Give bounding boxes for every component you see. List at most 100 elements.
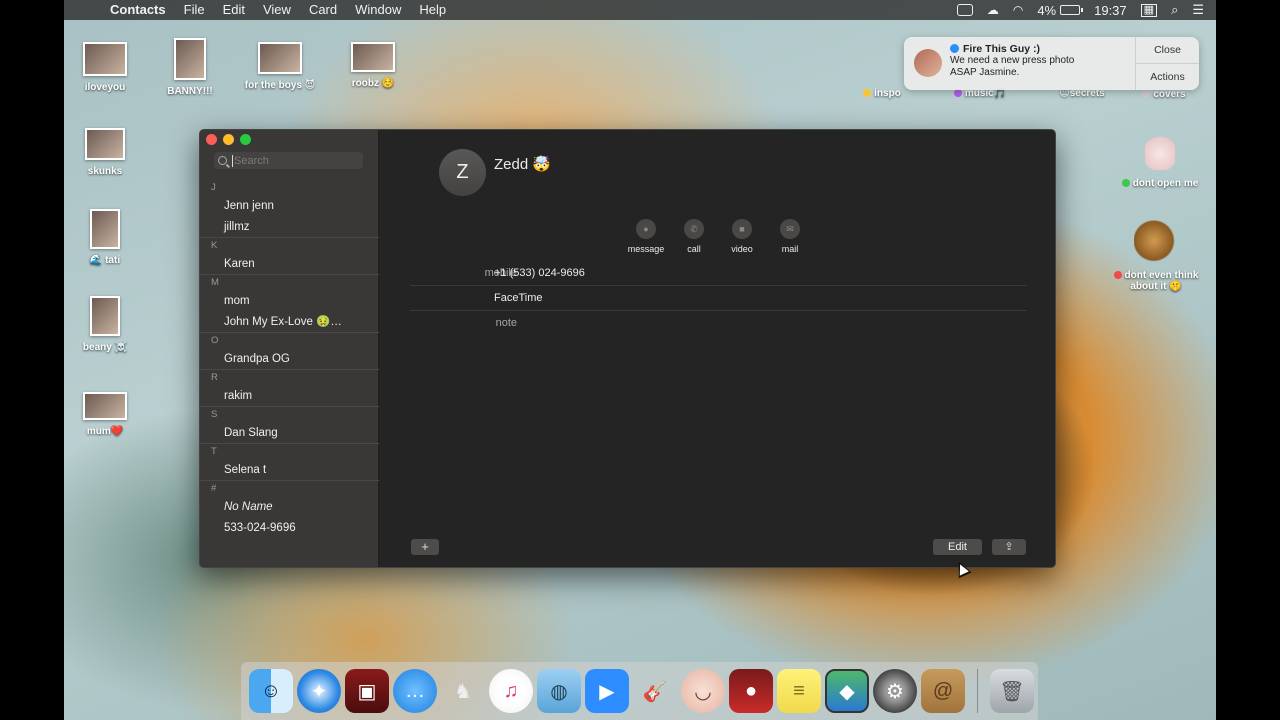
menu-card[interactable]: Card xyxy=(300,0,346,20)
screen-record-icon[interactable] xyxy=(956,4,973,16)
note-field[interactable]: note xyxy=(410,311,1027,336)
preview-icon[interactable]: ◆ xyxy=(825,669,869,713)
messenger-icon xyxy=(950,44,959,53)
contact-row[interactable]: No Name xyxy=(200,497,379,518)
call-action[interactable]: ✆ call xyxy=(673,219,715,254)
contact-row[interactable]: Jenn jenn xyxy=(200,196,379,217)
creative-cloud-icon[interactable]: ☁ xyxy=(987,3,999,17)
desktop-icon-for-the-boys[interactable]: for the boys 😈 xyxy=(232,42,328,91)
status-area: ☁ ◠ 4% 19:37 ▦ ⌕ ☰ xyxy=(956,2,1216,18)
desktop-icon-mum[interactable]: mum❤️ xyxy=(64,392,153,437)
window-close-button[interactable] xyxy=(206,134,217,145)
contact-row[interactable]: jillmz xyxy=(200,217,379,238)
contact-row[interactable]: mom xyxy=(200,291,379,312)
itunes-icon[interactable]: ♫ xyxy=(489,669,533,713)
edit-button[interactable]: Edit xyxy=(933,539,982,555)
battery-status[interactable]: 4% xyxy=(1037,3,1084,18)
desktop-icon-label: mum❤️ xyxy=(86,426,124,437)
contact-row[interactable]: John My Ex-Love 🤢… xyxy=(200,312,379,333)
search-field[interactable] xyxy=(214,152,363,169)
notification-avatar xyxy=(914,49,942,77)
desktop-thumb xyxy=(174,38,206,80)
desktop-icon-dont-open-me[interactable]: dont open me xyxy=(1112,130,1208,189)
contact-row[interactable]: Selena t xyxy=(200,460,379,481)
menu-file[interactable]: File xyxy=(175,0,214,20)
section-letter: K xyxy=(211,240,218,251)
lion-image xyxy=(1134,220,1178,266)
field-label: note xyxy=(495,317,517,329)
contacts-icon[interactable]: @ xyxy=(921,669,965,713)
contact-row[interactable]: Karen xyxy=(200,254,379,275)
desktop-icon-roobz[interactable]: roobz ☺️ xyxy=(325,42,421,89)
action-label: mail xyxy=(781,244,799,254)
search-input[interactable] xyxy=(232,154,352,167)
contact-detail: Z Zedd 🤯 ● message ✆ call ■ video ✉ mail… xyxy=(380,130,1055,567)
notification-close-button[interactable]: Close xyxy=(1136,37,1199,64)
video-action[interactable]: ■ video xyxy=(721,219,763,254)
section-letter: T xyxy=(211,446,217,457)
garageband-icon[interactable]: 🎸 xyxy=(633,669,677,713)
desktop-icon-banny[interactable]: BANNY!!! xyxy=(142,38,238,97)
calendar-icon[interactable]: ▦ xyxy=(1140,3,1158,17)
desktop-icon-tati[interactable]: 🌊 tati xyxy=(64,209,153,266)
menu-app-name[interactable]: Contacts xyxy=(98,0,175,20)
tag-dot xyxy=(863,89,872,98)
wifi-icon[interactable]: ◠ xyxy=(1013,3,1023,17)
notification-title: Fire This Guy :) xyxy=(963,43,1041,55)
finder-icon[interactable]: ☺ xyxy=(249,669,293,713)
desktop-icon-beany[interactable]: beany ☠️ xyxy=(64,296,153,353)
message-icon: ● xyxy=(636,219,656,239)
desktop-icon-label: 🌊 tati xyxy=(89,255,121,266)
action-label: video xyxy=(731,244,753,254)
contact-row[interactable]: Dan Slang xyxy=(200,423,379,444)
desktop-icon-dont-even-think[interactable]: dont even think about it 🤫 xyxy=(1106,220,1206,292)
contact-row[interactable]: rakim xyxy=(200,386,379,407)
window-minimize-button[interactable] xyxy=(223,134,234,145)
tag-dot xyxy=(1142,90,1151,99)
menu-view[interactable]: View xyxy=(254,0,300,20)
clock[interactable]: 19:37 xyxy=(1094,3,1127,18)
notification-banner[interactable]: Fire This Guy :) We need a new press pho… xyxy=(904,37,1199,90)
contact-avatar: Z xyxy=(439,149,486,196)
facetime-link[interactable]: FaceTime xyxy=(494,292,543,304)
seal-icon[interactable]: ◍ xyxy=(537,669,581,713)
face-icon[interactable]: ◡ xyxy=(681,669,725,713)
photo-booth-2-icon[interactable]: ● xyxy=(729,669,773,713)
spotlight-search-icon[interactable]: ⌕ xyxy=(1171,2,1178,18)
mail-icon: ✉ xyxy=(780,219,800,239)
trash-icon[interactable]: 🗑 xyxy=(990,669,1034,713)
zoom-icon[interactable]: ▶ xyxy=(585,669,629,713)
dock: ☺ ✦ ▣ … ♞ ♫ ◍ ▶ 🎸 ◡ ● ≡ ◆ ⚙ @ 🗑 xyxy=(241,662,1038,720)
photo-booth-icon[interactable]: ▣ xyxy=(345,669,389,713)
message-action[interactable]: ● message xyxy=(625,219,667,254)
add-field-button[interactable]: + xyxy=(411,539,439,555)
contacts-window: J Jenn jenn jillmz K Karen M mom John My… xyxy=(199,129,1056,568)
phone-number[interactable]: +1 (533) 024-9696 xyxy=(494,267,585,279)
contact-row[interactable]: Grandpa OG xyxy=(200,349,379,370)
stickies-icon[interactable]: ≡ xyxy=(777,669,821,713)
notification-center-icon[interactable]: ☰ xyxy=(1192,2,1204,18)
desktop-icon-label: covers xyxy=(1153,89,1186,100)
window-zoom-button[interactable] xyxy=(240,134,251,145)
desktop-icon-iloveyou[interactable]: iloveyou xyxy=(64,42,153,93)
menu-window[interactable]: Window xyxy=(346,0,410,20)
desktop-icon-label: iloveyou xyxy=(84,82,126,93)
contacts-sidebar: J Jenn jenn jillmz K Karen M mom John My… xyxy=(200,130,379,567)
messages-icon[interactable]: … xyxy=(393,669,437,713)
mail-action[interactable]: ✉ mail xyxy=(769,219,811,254)
share-button[interactable]: ⇪ xyxy=(992,539,1026,555)
skitch-icon[interactable]: ♞ xyxy=(441,669,485,713)
video-icon: ■ xyxy=(732,219,752,239)
notification-actions-button[interactable]: Actions xyxy=(1136,64,1199,90)
menu-edit[interactable]: Edit xyxy=(214,0,254,20)
desktop-icon-label: inspo xyxy=(874,88,901,99)
menu-help[interactable]: Help xyxy=(410,0,455,20)
notification-title-row: Fire This Guy :) xyxy=(950,43,1135,55)
section-letter: M xyxy=(211,277,219,288)
contact-row[interactable]: 533-024-9696 xyxy=(200,518,379,539)
safari-icon[interactable]: ✦ xyxy=(297,669,341,713)
system-preferences-icon[interactable]: ⚙ xyxy=(873,669,917,713)
desktop-thumb xyxy=(90,209,120,249)
desktop-folder-covers[interactable]: covers xyxy=(1124,89,1204,100)
desktop-icon-skunks[interactable]: skunks xyxy=(64,128,153,177)
